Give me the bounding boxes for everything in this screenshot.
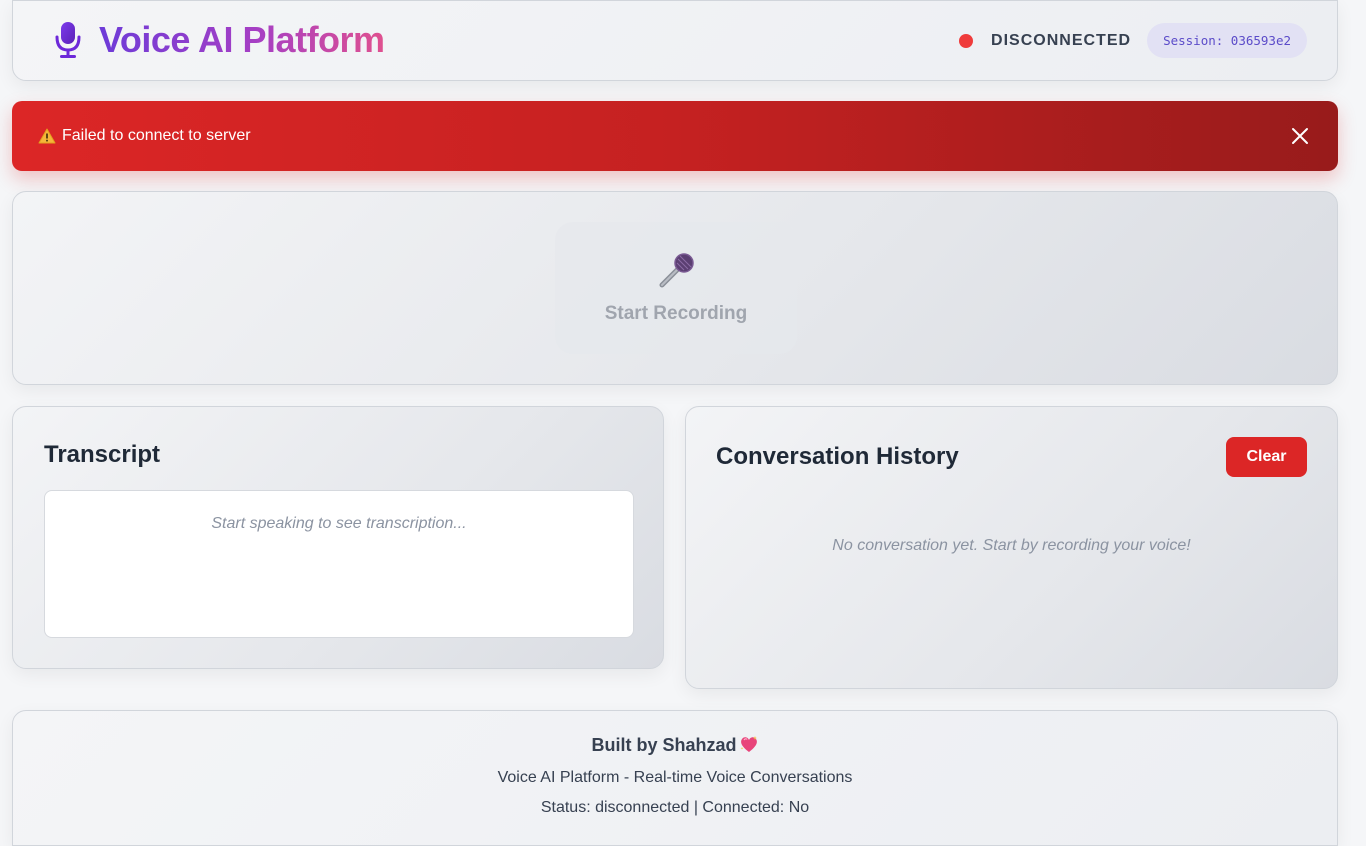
sparkling-heart-icon [740, 736, 757, 752]
session-badge: Session: 036593e2 [1147, 23, 1307, 58]
transcript-box: Start speaking to see transcription... [44, 490, 634, 638]
error-message: Failed to connect to server [62, 127, 251, 144]
app-title: Voice AI Platform [99, 19, 385, 60]
footer: Built by Shahzad Voice AI Platform - Rea… [12, 710, 1338, 846]
brand: Voice AI Platform [53, 19, 385, 61]
warning-icon [38, 128, 56, 144]
close-icon[interactable] [1290, 126, 1310, 146]
conversation-history-panel: Conversation History Clear No conversati… [685, 406, 1338, 689]
start-recording-button[interactable]: Start Recording [555, 222, 797, 354]
clear-button[interactable]: Clear [1226, 437, 1307, 477]
microphone-icon [55, 22, 81, 58]
footer-status: Status: disconnected | Connected: No [540, 799, 810, 816]
app-header: Voice AI Platform DISCONNECTED Session: … [12, 0, 1338, 81]
microphone-emoji-icon [659, 253, 694, 288]
start-recording-label: Start Recording [604, 303, 748, 324]
transcript-placeholder: Start speaking to see transcription... [211, 515, 467, 532]
status-text: DISCONNECTED [991, 31, 1132, 49]
transcript-title: Transcript [44, 441, 161, 468]
footer-built-by: Built by Shahzad [591, 735, 737, 755]
history-title: Conversation History [716, 443, 959, 470]
recorder-panel: Start Recording [12, 191, 1338, 385]
error-banner: Failed to connect to server [12, 101, 1338, 171]
transcript-panel: Transcript Start speaking to see transcr… [12, 406, 664, 669]
footer-credit: Built by Shahzad [13, 735, 1337, 756]
status-dot-icon [959, 33, 974, 48]
history-empty-message: No conversation yet. Start by recording … [832, 537, 1191, 554]
connection-status: DISCONNECTED Session: 036593e2 [959, 23, 1307, 58]
footer-subtitle: Voice AI Platform - Real-time Voice Conv… [497, 769, 853, 786]
